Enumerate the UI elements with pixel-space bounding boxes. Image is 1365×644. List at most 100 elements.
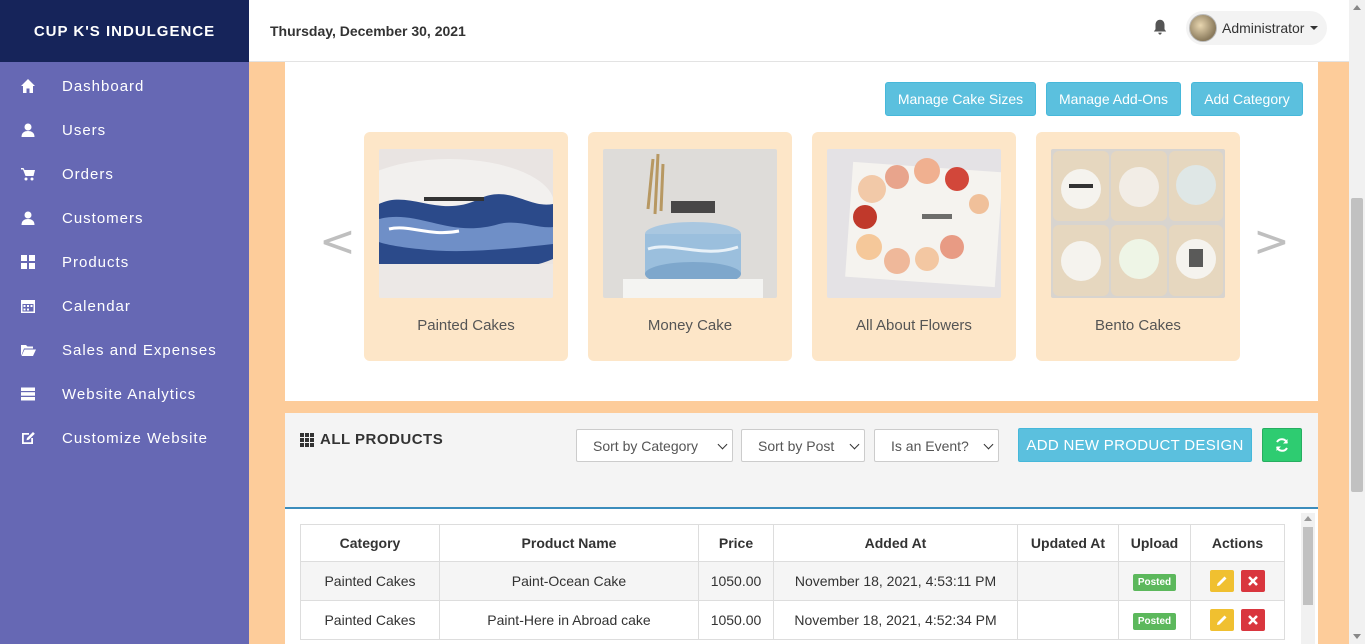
cell-upload: Posted: [1118, 600, 1191, 640]
cell-updated-at: [1017, 561, 1119, 601]
column-header[interactable]: Updated At: [1017, 524, 1119, 562]
folder-open-icon: [0, 342, 62, 358]
delete-button[interactable]: [1241, 609, 1266, 631]
cell-product-name: Paint-Ocean Cake: [439, 561, 699, 601]
sidebar-item-users[interactable]: Users: [0, 108, 249, 152]
user-icon: [0, 210, 62, 226]
cell-actions: [1190, 561, 1285, 601]
column-header[interactable]: Product Name: [439, 524, 699, 562]
scroll-up-arrow[interactable]: [1353, 5, 1361, 10]
bell-icon[interactable]: [1151, 18, 1169, 36]
column-header[interactable]: Actions: [1190, 524, 1285, 562]
sidebar-item-label: Products: [62, 253, 130, 271]
close-icon: [1248, 576, 1259, 586]
avatar: [1189, 14, 1217, 42]
table-row: Painted Cakes Paint-Here in Abroad cake …: [300, 600, 1285, 640]
status-badge: Posted: [1132, 612, 1177, 630]
grid-icon: [0, 254, 62, 270]
pencil-icon: [1216, 576, 1227, 586]
sidebar-item-calendar[interactable]: Calendar: [0, 284, 249, 328]
category-image: [1051, 149, 1225, 298]
sort-post-select[interactable]: Sort by Post: [741, 429, 865, 462]
cell-product-name: Paint-Here in Abroad cake: [439, 600, 699, 640]
scroll-up-arrow[interactable]: [1304, 516, 1312, 521]
category-card[interactable]: Bento Cakes: [1036, 132, 1240, 361]
category-card[interactable]: Painted Cakes: [364, 132, 568, 361]
sort-category-select[interactable]: Sort by Category: [576, 429, 733, 462]
sidebar-item-orders[interactable]: Orders: [0, 152, 249, 196]
edit-button[interactable]: [1209, 570, 1234, 592]
server-icon: [0, 386, 62, 402]
category-name: Painted Cakes: [417, 317, 515, 334]
sidebar-item-label: Dashboard: [62, 77, 145, 95]
cell-added-at: November 18, 2021, 4:53:11 PM: [773, 561, 1018, 601]
category-image: [603, 149, 777, 298]
products-table: Category Product Name Price Added At Upd…: [300, 524, 1285, 640]
brand-title[interactable]: CUP K'S INDULGENCE: [0, 0, 249, 62]
sidebar-item-website-analytics[interactable]: Website Analytics: [0, 372, 249, 416]
event-filter-select[interactable]: Is an Event?: [874, 429, 999, 462]
category-card[interactable]: Money Cake: [588, 132, 792, 361]
edit-icon: [0, 430, 62, 446]
edit-button[interactable]: [1209, 609, 1234, 631]
products-panel: ALL PRODUCTS Sort by Category Sort by Po…: [285, 413, 1318, 644]
sidebar-item-dashboard[interactable]: Dashboard: [0, 64, 249, 108]
cell-category: Painted Cakes: [300, 600, 440, 640]
close-icon: [1248, 615, 1259, 625]
event-filter-value: Is an Event?: [891, 437, 969, 454]
sidebar-item-label: Customize Website: [62, 429, 208, 447]
cell-updated-at: [1017, 600, 1119, 640]
table-header-row: Category Product Name Price Added At Upd…: [300, 524, 1285, 562]
current-date: Thursday, December 30, 2021: [270, 22, 466, 39]
sort-category-value: Sort by Category: [593, 437, 699, 454]
scrollbar-thumb[interactable]: [1351, 198, 1363, 492]
cell-added-at: November 18, 2021, 4:52:34 PM: [773, 600, 1018, 640]
table-row: Painted Cakes Paint-Ocean Cake 1050.00 N…: [300, 561, 1285, 601]
status-badge: Posted: [1132, 573, 1177, 591]
cell-upload: Posted: [1118, 561, 1191, 601]
cell-price: 1050.00: [698, 561, 774, 601]
sidebar-item-customers[interactable]: Customers: [0, 196, 249, 240]
category-name: Money Cake: [647, 317, 733, 334]
products-title-text: ALL PRODUCTS: [320, 431, 444, 448]
cell-price: 1050.00: [698, 600, 774, 640]
add-category-button[interactable]: Add Category: [1191, 82, 1303, 116]
add-new-product-design-button[interactable]: ADD NEW PRODUCT DESIGN: [1018, 428, 1252, 462]
user-menu[interactable]: Administrator: [1186, 11, 1327, 45]
category-name: Bento Cakes: [1095, 317, 1181, 334]
page-scrollbar[interactable]: [1349, 0, 1365, 644]
category-image: [379, 149, 553, 298]
category-card[interactable]: All About Flowers: [812, 132, 1016, 361]
manage-add-ons-button[interactable]: Manage Add-Ons: [1046, 82, 1181, 116]
carousel-prev-button[interactable]: <: [319, 220, 356, 264]
sidebar-item-label: Customers: [62, 209, 144, 227]
table-scrollbar[interactable]: [1301, 513, 1315, 644]
delete-button[interactable]: [1241, 570, 1266, 592]
chevron-down-icon: [717, 439, 728, 450]
sidebar-item-products[interactable]: Products: [0, 240, 249, 284]
refresh-button[interactable]: [1262, 428, 1302, 462]
column-header[interactable]: Added At: [773, 524, 1018, 562]
chevron-down-icon: [1310, 26, 1319, 30]
column-header[interactable]: Price: [698, 524, 774, 562]
cell-category: Painted Cakes: [300, 561, 440, 601]
column-header[interactable]: Upload: [1118, 524, 1191, 562]
sidebar-item-label: Orders: [62, 165, 114, 183]
user-icon: [0, 122, 62, 138]
manage-cake-sizes-button[interactable]: Manage Cake Sizes: [885, 82, 1036, 116]
products-title: ALL PRODUCTS: [300, 431, 443, 448]
column-header[interactable]: Category: [300, 524, 440, 562]
scroll-down-arrow[interactable]: [1353, 634, 1361, 639]
sidebar-item-customize-website[interactable]: Customize Website: [0, 416, 249, 460]
sidebar-item-label: Sales and Expenses: [62, 341, 217, 359]
sidebar-item-sales-expenses[interactable]: Sales and Expenses: [0, 328, 249, 372]
carousel-next-button[interactable]: >: [1253, 220, 1290, 264]
scrollbar-thumb[interactable]: [1303, 527, 1313, 605]
cell-actions: [1190, 600, 1285, 640]
chevron-down-icon: [983, 439, 994, 450]
sidebar-item-label: Website Analytics: [62, 385, 197, 403]
category-name: All About Flowers: [856, 317, 972, 334]
sidebar-item-label: Calendar: [62, 297, 131, 315]
category-panel: Manage Cake Sizes Manage Add-Ons Add Cat…: [285, 62, 1318, 401]
cart-icon: [0, 166, 62, 182]
